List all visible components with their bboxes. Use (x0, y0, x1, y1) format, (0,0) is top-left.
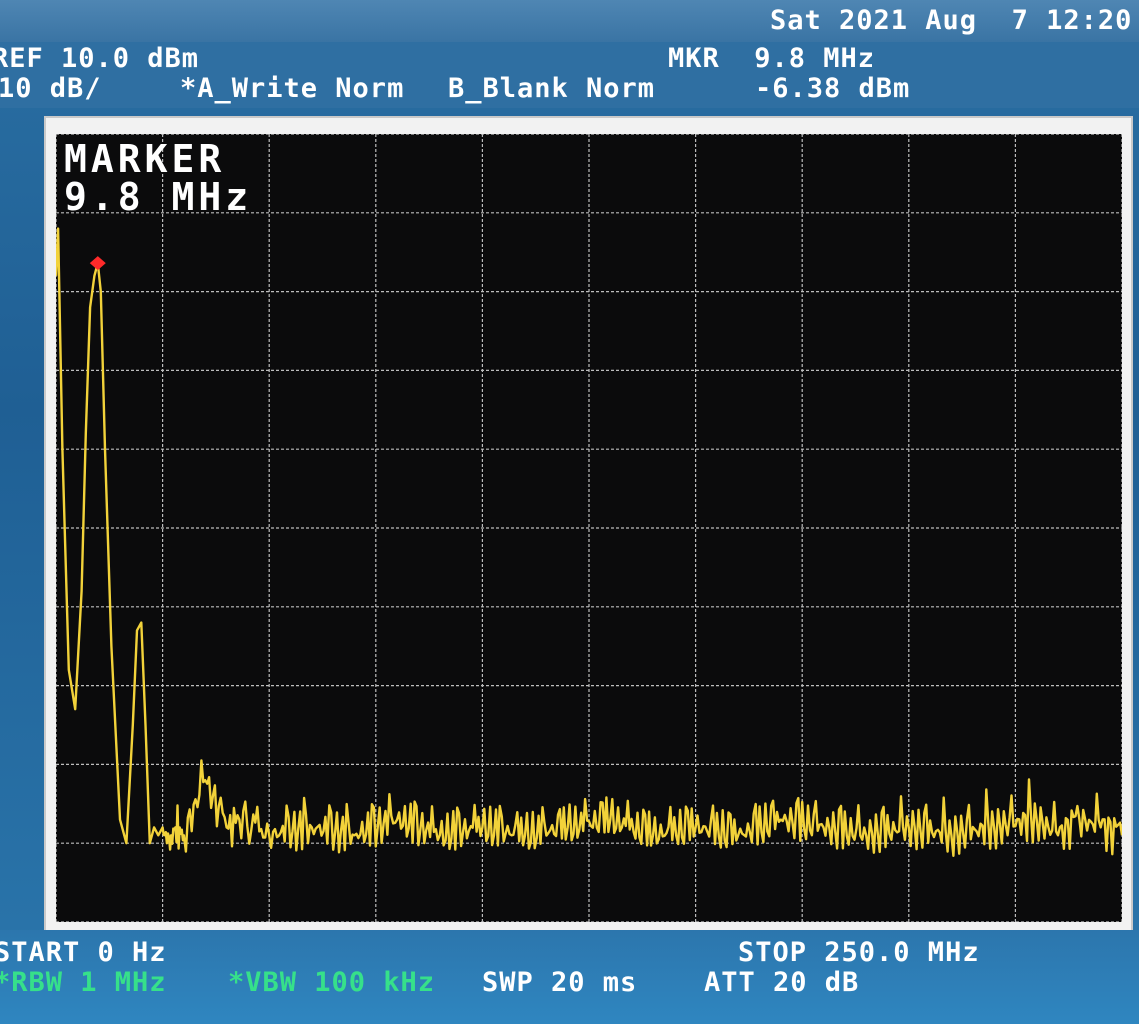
vbw-label: *VBW 100 kHz (228, 967, 436, 998)
marker-frequency-label: MKR 9.8 MHz (668, 43, 876, 74)
marker-title: MARKER (64, 137, 226, 181)
scale-label: 10 dB/ (0, 73, 102, 104)
spectrum-plot (56, 134, 1122, 922)
ref-level-label: REF 10.0 dBm (0, 43, 200, 74)
marker-annotation: MARKER 9.8 MHz (64, 140, 304, 220)
trace-a-label: *A_Write Norm (180, 73, 405, 104)
sweep-time-label: SWP 20 ms (482, 967, 638, 998)
start-frequency-label: START 0 Hz (0, 937, 167, 968)
trace-b-label: B_Blank Norm (448, 73, 656, 104)
header-panel: REF 10.0 dBm 10 dB/ *A_Write Norm B_Blan… (0, 42, 1139, 108)
marker-icon (89, 256, 106, 271)
marker-level-label: -6.38 dBm (755, 73, 911, 104)
spectrum-display (56, 134, 1122, 922)
rbw-label: *RBW 1 MHz (0, 967, 167, 998)
stop-frequency-label: STOP 250.0 MHz (738, 937, 980, 968)
status-bar: Sat 2021 Aug 7 12:20 (0, 0, 1139, 42)
attenuation-label: ATT 20 dB (704, 967, 860, 998)
datetime-label: Sat 2021 Aug 7 12:20 (770, 5, 1133, 36)
marker-value: 9.8 MHz (64, 175, 253, 219)
footer-panel: START 0 Hz STOP 250.0 MHz *RBW 1 MHz *VB… (0, 930, 1139, 1024)
